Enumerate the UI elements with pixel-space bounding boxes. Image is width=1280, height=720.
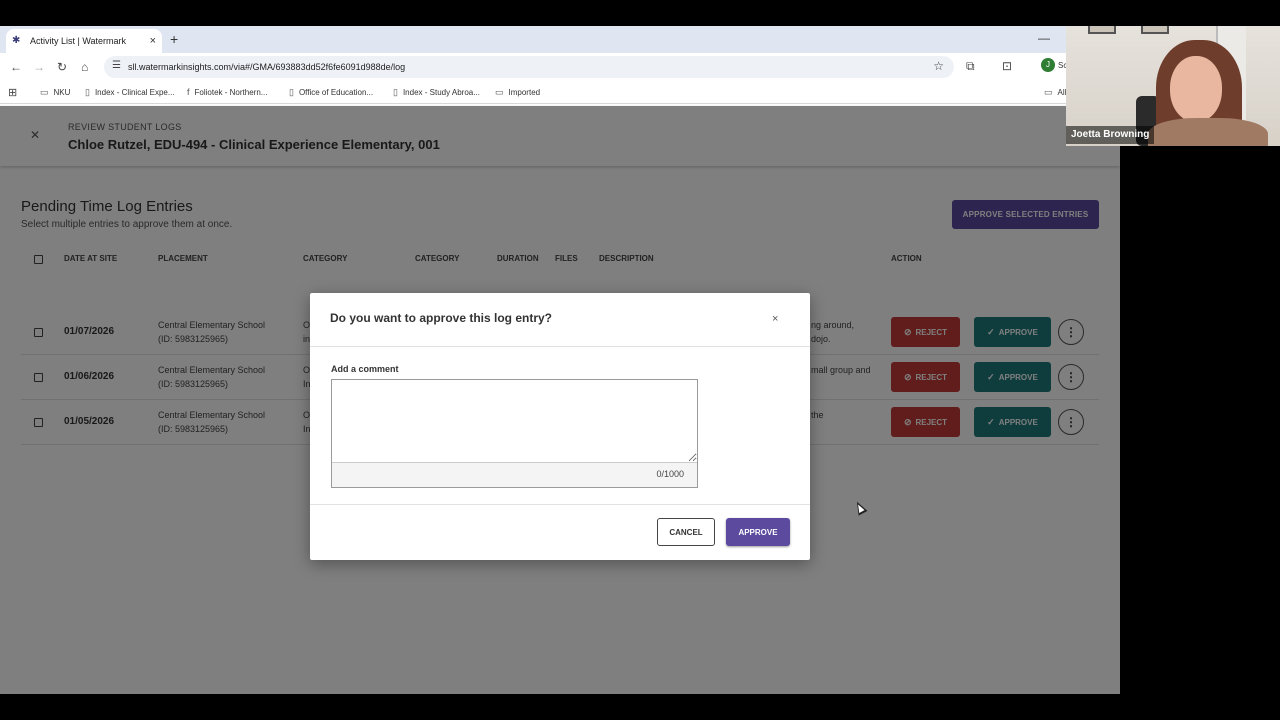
dialog-close-icon[interactable]: × xyxy=(772,313,778,325)
confirm-approve-button[interactable]: APPROVE xyxy=(726,518,790,546)
tab-strip: ✱ Activity List | Watermark × + — xyxy=(0,26,1120,53)
participant-face xyxy=(1170,56,1222,122)
page-icon: ▯ xyxy=(393,87,398,97)
bookmark-label: Index - Study Abroa... xyxy=(402,88,480,97)
picture-frame xyxy=(1141,26,1169,34)
forward-icon[interactable]: → xyxy=(33,60,45,74)
tab-search-icon[interactable]: ⊡ xyxy=(1002,59,1012,73)
site-info-icon[interactable]: ☰ xyxy=(112,60,121,71)
bookmark-star-icon[interactable]: ☆ xyxy=(933,59,944,73)
minimize-button[interactable]: — xyxy=(1038,31,1050,45)
comment-field-wrapper: 0/1000 xyxy=(331,379,698,488)
comment-field[interactable] xyxy=(332,380,697,463)
participant-body xyxy=(1148,118,1268,146)
bookmarks-bar: ⊞ ▭ NKU ▯ Index - Clinical Expe... f Foliot… xyxy=(0,82,1120,104)
back-icon[interactable]: ← xyxy=(10,60,22,74)
divider xyxy=(310,346,810,347)
bookmark-label: Office of Education... xyxy=(298,88,374,97)
bookmark-nku[interactable]: ▭ NKU xyxy=(40,87,70,98)
foliotek-icon: f xyxy=(187,87,190,97)
folder-icon: ▭ xyxy=(495,87,504,97)
folder-icon: ▭ xyxy=(1044,87,1053,97)
new-tab-button[interactable]: + xyxy=(170,31,178,47)
address-bar[interactable]: ☰ sll.watermarkinsights.com/via#/GMA/693… xyxy=(104,56,954,78)
tab-activity-list[interactable]: ✱ Activity List | Watermark × xyxy=(6,29,162,53)
browser-toolbar: ← → ↻ ⌂ ☰ sll.watermarkinsights.com/via#… xyxy=(0,53,1120,82)
browser-window: ✱ Activity List | Watermark × + — ← → ↻ … xyxy=(0,26,1120,694)
bookmark-all[interactable]: ▭ All xyxy=(1044,87,1066,98)
folder-icon: ▭ xyxy=(40,87,49,97)
extensions-icon[interactable]: ⧉ xyxy=(966,59,975,74)
app-page: ✕ REVIEW STUDENT LOGS Chloe Rutzel, EDU-… xyxy=(0,106,1120,694)
tab-label: Activity List | Watermark xyxy=(30,36,127,46)
bookmark-label: Foliotek - Northern... xyxy=(194,87,268,97)
home-icon[interactable]: ⌂ xyxy=(81,60,88,74)
video-participant-tile: Joetta Browning xyxy=(1066,26,1280,146)
tab-close-icon[interactable]: × xyxy=(150,35,156,47)
comment-label: Add a comment xyxy=(331,364,399,374)
apps-grid-icon[interactable]: ⊞ xyxy=(8,86,17,99)
divider xyxy=(310,504,810,505)
bookmark-foliotek[interactable]: f Foliotek - Northern... xyxy=(187,87,267,97)
profile-avatar[interactable]: J xyxy=(1041,58,1055,72)
participant-name: Joetta Browning xyxy=(1066,126,1155,144)
page-icon: ▯ xyxy=(85,87,90,97)
bookmark-label: NKU xyxy=(53,88,71,97)
page-icon: ▯ xyxy=(289,87,294,97)
bookmark-label: Index - Clinical Expe... xyxy=(94,88,175,97)
screen: ✱ Activity List | Watermark × + — ← → ↻ … xyxy=(0,0,1280,720)
dialog-title: Do you want to approve this log entry? xyxy=(330,311,553,325)
bookmark-label: Imported xyxy=(508,88,541,97)
bookmark-office-education[interactable]: ▯ Office of Education... xyxy=(289,87,373,98)
watermark-favicon-icon: ✱ xyxy=(12,35,21,46)
character-counter: 0/1000 xyxy=(656,469,684,479)
bookmark-imported[interactable]: ▭ Imported xyxy=(495,87,540,98)
bookmark-index-clinical[interactable]: ▯ Index - Clinical Expe... xyxy=(85,87,175,98)
picture-frame xyxy=(1088,26,1116,34)
cancel-button[interactable]: CANCEL xyxy=(657,518,715,546)
approve-dialog: Do you want to approve this log entry? ×… xyxy=(310,293,810,560)
reload-icon[interactable]: ↻ xyxy=(57,60,67,74)
url-text: sll.watermarkinsights.com/via#/GMA/69388… xyxy=(128,62,406,72)
bookmark-study-abroad[interactable]: ▯ Index - Study Abroa... xyxy=(393,87,480,98)
